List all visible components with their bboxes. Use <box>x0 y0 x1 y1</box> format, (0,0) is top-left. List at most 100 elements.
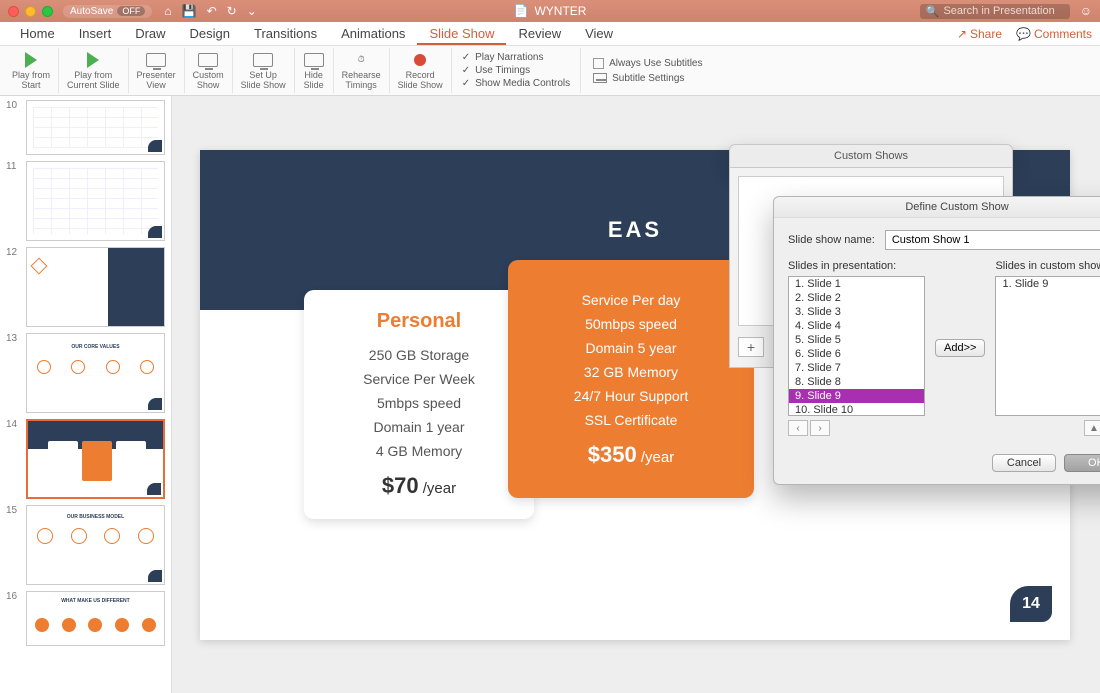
thumbnail-pane[interactable]: 10 11 12 13 OUR CORE VALUES 14 15 OUR BU… <box>0 96 172 693</box>
subtitle-settings-button[interactable]: Subtitle Settings <box>593 73 702 84</box>
set-up-label: Set Up Slide Show <box>241 71 286 91</box>
gear-icon <box>253 53 273 67</box>
show-name-input[interactable] <box>885 230 1100 250</box>
custom-shows-titlebar: Custom Shows <box>729 144 1013 168</box>
custom-show-slides-list[interactable]: 1. Slide 9 <box>995 276 1100 416</box>
slide-canvas[interactable]: EAS Personal 250 GB Storage Service Per … <box>172 96 1100 693</box>
zoom-window-button[interactable] <box>42 6 53 17</box>
tab-insert[interactable]: Insert <box>67 22 124 45</box>
tab-design[interactable]: Design <box>178 22 242 45</box>
tab-review[interactable]: Review <box>506 22 573 45</box>
custom-show-label: Custom Show <box>193 71 224 91</box>
add-slide-button[interactable]: Add>> <box>935 339 985 357</box>
thumb-12[interactable]: 12 <box>6 247 165 327</box>
close-window-button[interactable] <box>8 6 19 17</box>
quick-access: ⌂ 💾 ↶ ↻ ⌄ <box>164 4 256 18</box>
autosave-state: OFF <box>117 6 145 16</box>
add-custom-show-button[interactable]: + <box>738 337 764 357</box>
personal-title: Personal <box>316 310 522 333</box>
use-timings-check[interactable]: ✓Use Timings <box>462 65 570 76</box>
share-label: Share <box>970 27 1002 41</box>
save-icon[interactable]: 💾 <box>182 4 197 18</box>
timer-icon: ⏱ <box>350 51 372 69</box>
tab-animations[interactable]: Animations <box>329 22 417 45</box>
share-icon: ↗ <box>957 27 967 41</box>
thumb-15[interactable]: 15 OUR BUSINESS MODEL <box>6 505 165 585</box>
next-page-button[interactable]: › <box>810 420 830 436</box>
show-name-label: Slide show name: <box>788 234 875 246</box>
thumb-14[interactable]: 14 <box>6 419 165 499</box>
ok-button[interactable]: OK <box>1064 454 1100 472</box>
play-icon <box>87 52 99 68</box>
presentation-slide-item[interactable]: 4. Slide 4 <box>789 319 924 333</box>
tab-slide-show[interactable]: Slide Show <box>417 22 506 45</box>
presentation-slide-item[interactable]: 9. Slide 9 <box>789 389 924 403</box>
play-icon <box>25 52 37 68</box>
define-custom-show-dialog: Define Custom Show Slide show name: Slid… <box>773 196 1100 485</box>
slide-number-badge: 14 <box>1010 586 1052 622</box>
record-button[interactable]: Record Slide Show <box>390 48 452 93</box>
presentation-slide-item[interactable]: 2. Slide 2 <box>789 291 924 305</box>
presentation-slides-list[interactable]: 1. Slide 12. Slide 23. Slide 34. Slide 4… <box>788 276 925 416</box>
thumb-16[interactable]: 16 WHAT MAKE US DIFFERENT <box>6 591 165 646</box>
presentation-slide-item[interactable]: 6. Slide 6 <box>789 347 924 361</box>
monitor-icon <box>198 53 218 67</box>
document-title: 📄 WYNTER <box>514 4 587 18</box>
prev-page-button[interactable]: ‹ <box>788 420 808 436</box>
minimize-window-button[interactable] <box>25 6 36 17</box>
custom-show-slide-item[interactable]: 1. Slide 9 <box>996 277 1100 291</box>
cancel-button[interactable]: Cancel <box>992 454 1056 472</box>
play-narrations-check[interactable]: ✓Play Narrations <box>462 52 570 63</box>
hide-slide-button[interactable]: Hide Slide <box>295 48 334 93</box>
search-input[interactable]: 🔍 Search in Presentation <box>920 4 1070 19</box>
record-label: Record Slide Show <box>398 71 443 91</box>
tab-transitions[interactable]: Transitions <box>242 22 329 45</box>
play-from-start-label: Play from Start <box>12 71 50 91</box>
doc-icon: 📄 <box>514 4 529 18</box>
move-up-button[interactable]: ▲ <box>1084 420 1100 436</box>
play-from-current-button[interactable]: Play from Current Slide <box>59 48 129 93</box>
set-up-button[interactable]: Set Up Slide Show <box>233 48 295 93</box>
thumb-11[interactable]: 11 <box>6 161 165 241</box>
presentation-slide-item[interactable]: 5. Slide 5 <box>789 333 924 347</box>
redo-icon[interactable]: ↻ <box>227 4 237 18</box>
subtitle-icon <box>593 73 607 83</box>
more-icon[interactable]: ⌄ <box>247 4 257 18</box>
pricing-card-personal: Personal 250 GB Storage Service Per Week… <box>304 290 534 519</box>
record-icon <box>414 54 426 66</box>
thumb-10[interactable]: 10 <box>6 100 165 155</box>
presentation-slide-item[interactable]: 10. Slide 10 <box>789 403 924 416</box>
ribbon: Play from Start Play from Current Slide … <box>0 46 1100 96</box>
presentation-slide-item[interactable]: 1. Slide 1 <box>789 277 924 291</box>
thumb-13[interactable]: 13 OUR CORE VALUES <box>6 333 165 413</box>
play-from-start-button[interactable]: Play from Start <box>4 48 59 93</box>
presentation-slide-item[interactable]: 7. Slide 7 <box>789 361 924 375</box>
presentation-slide-item[interactable]: 3. Slide 3 <box>789 305 924 319</box>
right-list-label: Slides in custom show: <box>995 260 1100 272</box>
search-placeholder: Search in Presentation <box>943 5 1054 17</box>
always-use-subtitles-check[interactable]: Always Use Subtitles <box>593 58 702 69</box>
account-icon[interactable]: ☺ <box>1080 4 1092 18</box>
rehearse-label: Rehearse Timings <box>342 71 381 91</box>
tab-home[interactable]: Home <box>8 22 67 45</box>
share-button[interactable]: ↗ Share <box>957 27 1002 41</box>
comments-label: Comments <box>1034 27 1092 41</box>
show-media-check[interactable]: ✓Show Media Controls <box>462 78 570 89</box>
presentation-slide-item[interactable]: 8. Slide 8 <box>789 375 924 389</box>
comments-button[interactable]: 💬 Comments <box>1016 27 1092 41</box>
dialog-title: Define Custom Show <box>774 197 1100 218</box>
hide-slide-label: Hide Slide <box>304 71 324 91</box>
tab-draw[interactable]: Draw <box>123 22 177 45</box>
rehearse-button[interactable]: ⏱ Rehearse Timings <box>334 48 390 93</box>
autosave-toggle[interactable]: AutoSave OFF <box>63 5 152 18</box>
autosave-label: AutoSave <box>70 6 113 17</box>
presenter-view-label: Presenter View <box>137 71 176 91</box>
custom-show-button[interactable]: Custom Show <box>185 48 233 93</box>
tab-view[interactable]: View <box>573 22 625 45</box>
presenter-view-button[interactable]: Presenter View <box>129 48 185 93</box>
home-icon[interactable]: ⌂ <box>164 4 171 18</box>
window-titlebar: AutoSave OFF ⌂ 💾 ↶ ↻ ⌄ 📄 WYNTER 🔍 Search… <box>0 0 1100 22</box>
undo-icon[interactable]: ↶ <box>207 4 217 18</box>
window-controls <box>8 6 53 17</box>
menu-tabs: Home Insert Draw Design Transitions Anim… <box>0 22 1100 46</box>
